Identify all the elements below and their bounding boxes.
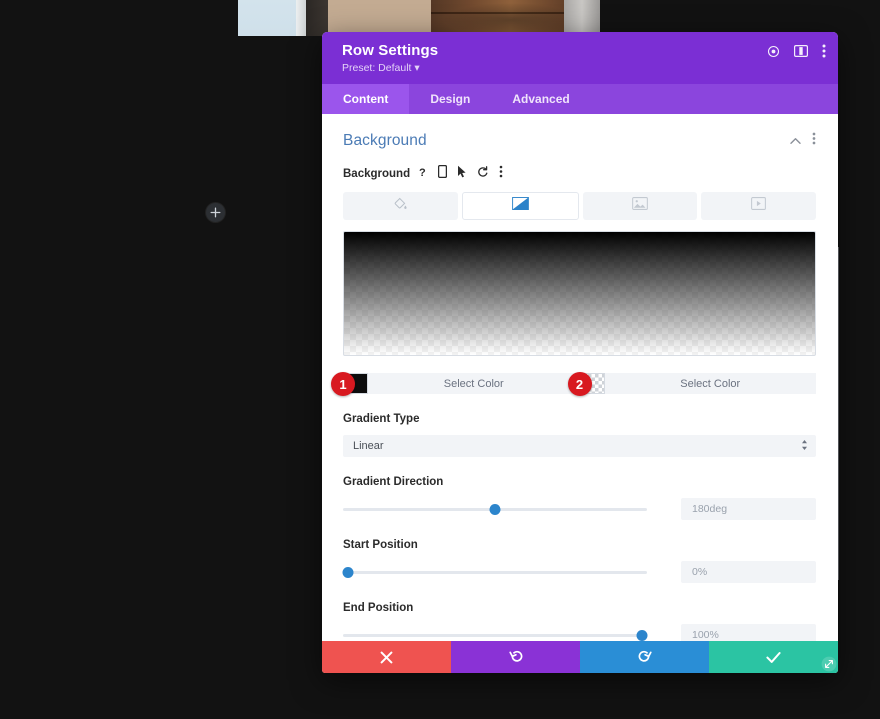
modal-footer bbox=[322, 641, 838, 673]
reset-icon[interactable] bbox=[477, 165, 489, 183]
background-type-gradient[interactable] bbox=[461, 192, 579, 220]
page-preview bbox=[238, 0, 600, 36]
start-position-label: Start Position bbox=[343, 539, 418, 551]
undo-button[interactable] bbox=[451, 641, 580, 673]
section-title: Background bbox=[343, 132, 427, 149]
gradient-direction-control: Gradient Direction 180deg bbox=[343, 476, 816, 520]
stop-badge-2: 2 bbox=[567, 372, 592, 396]
add-row-button[interactable] bbox=[206, 203, 225, 222]
modal-header: Row Settings Preset: Default ▾ bbox=[322, 32, 838, 84]
preset-selector[interactable]: Preset: Default ▾ bbox=[342, 62, 824, 75]
more-vertical-icon[interactable] bbox=[822, 44, 826, 58]
gradient-preview[interactable] bbox=[343, 231, 816, 356]
end-position-label: End Position bbox=[343, 602, 414, 614]
end-position-value[interactable]: 100% bbox=[681, 624, 816, 641]
select-color-button-1[interactable]: Select Color bbox=[368, 373, 580, 394]
gradient-type-select[interactable]: Linear bbox=[343, 435, 816, 457]
redo-button[interactable] bbox=[580, 641, 709, 673]
responsive-device-icon[interactable] bbox=[438, 164, 448, 183]
color-stop-2: 2 Select Color bbox=[567, 372, 816, 396]
preset-label: Preset: Default bbox=[342, 62, 412, 74]
background-field-label: Background bbox=[343, 168, 411, 180]
tab-content[interactable]: Content bbox=[322, 84, 410, 114]
gradient-icon bbox=[511, 197, 529, 215]
tab-advanced[interactable]: Advanced bbox=[491, 84, 590, 114]
slider-knob[interactable] bbox=[636, 629, 648, 641]
end-position-slider[interactable] bbox=[343, 627, 648, 641]
select-stepper-icon bbox=[801, 439, 808, 454]
video-icon bbox=[751, 197, 767, 215]
select-color-button-2[interactable]: Select Color bbox=[604, 373, 816, 394]
tab-design[interactable]: Design bbox=[409, 84, 491, 114]
resize-diagonal-icon[interactable] bbox=[820, 655, 838, 673]
modal-header-actions bbox=[767, 44, 826, 58]
slider-track bbox=[343, 570, 647, 574]
gradient-direction-slider[interactable] bbox=[343, 501, 647, 517]
help-icon[interactable]: ? bbox=[419, 165, 428, 183]
start-position-slider[interactable] bbox=[342, 564, 647, 580]
stop-badge-1: 1 bbox=[331, 372, 355, 396]
chevron-up-icon[interactable] bbox=[790, 132, 801, 150]
svg-text:?: ? bbox=[419, 167, 426, 178]
background-type-color[interactable] bbox=[343, 192, 458, 220]
gradient-direction-value[interactable]: 180deg bbox=[681, 498, 816, 520]
color-stop-1: 1 Select Color bbox=[331, 372, 580, 396]
end-position-control: End Position 100% bbox=[343, 602, 816, 641]
target-icon[interactable] bbox=[767, 45, 780, 58]
panel-right-edge bbox=[838, 247, 839, 580]
background-type-tabs bbox=[343, 192, 816, 220]
preview-sky-panel bbox=[238, 0, 296, 36]
preset-caret-icon: ▾ bbox=[414, 62, 420, 74]
background-type-image[interactable] bbox=[582, 192, 698, 220]
modal-title: Row Settings bbox=[342, 42, 439, 59]
background-section-header: Background bbox=[343, 132, 816, 150]
start-position-value[interactable]: 0% bbox=[681, 561, 816, 583]
gradient-type-value: Linear bbox=[353, 440, 384, 452]
section-more-vertical-icon[interactable] bbox=[812, 132, 816, 150]
preview-dark-edge bbox=[306, 0, 328, 36]
paint-bucket-icon bbox=[394, 197, 407, 215]
modal-body: Background Background ? 1 Select Color 2… bbox=[322, 114, 838, 641]
start-position-control: Start Position 0% bbox=[342, 539, 816, 583]
gradient-type-label: Gradient Type bbox=[343, 413, 420, 425]
field-more-vertical-icon[interactable] bbox=[499, 165, 503, 183]
gradient-type-control: Gradient Type Linear bbox=[343, 413, 816, 457]
slider-knob[interactable] bbox=[489, 503, 501, 515]
plus-icon bbox=[210, 207, 221, 218]
preview-wood-dark bbox=[431, 0, 564, 36]
gradient-direction-label: Gradient Direction bbox=[343, 476, 444, 488]
background-type-video[interactable] bbox=[701, 192, 816, 220]
gradient-color-stops: 1 Select Color 2 Select Color bbox=[331, 372, 816, 396]
slider-knob[interactable] bbox=[342, 566, 354, 578]
row-settings-modal: Row Settings Preset: Default ▾ Content D… bbox=[322, 32, 838, 673]
preview-post bbox=[296, 0, 306, 36]
image-icon bbox=[632, 197, 648, 215]
slider-track bbox=[343, 633, 647, 637]
screen: Row Settings Preset: Default ▾ Content D… bbox=[0, 0, 880, 719]
preview-gray-panel bbox=[564, 0, 600, 36]
hover-cursor-icon[interactable] bbox=[457, 165, 467, 183]
layout-panel-icon[interactable] bbox=[794, 45, 808, 57]
background-field-header: Background ? bbox=[343, 164, 816, 183]
modal-tabs: Content Design Advanced bbox=[322, 84, 838, 114]
save-button[interactable] bbox=[709, 641, 838, 673]
preview-wood-light bbox=[328, 0, 431, 36]
cancel-button[interactable] bbox=[322, 641, 451, 673]
